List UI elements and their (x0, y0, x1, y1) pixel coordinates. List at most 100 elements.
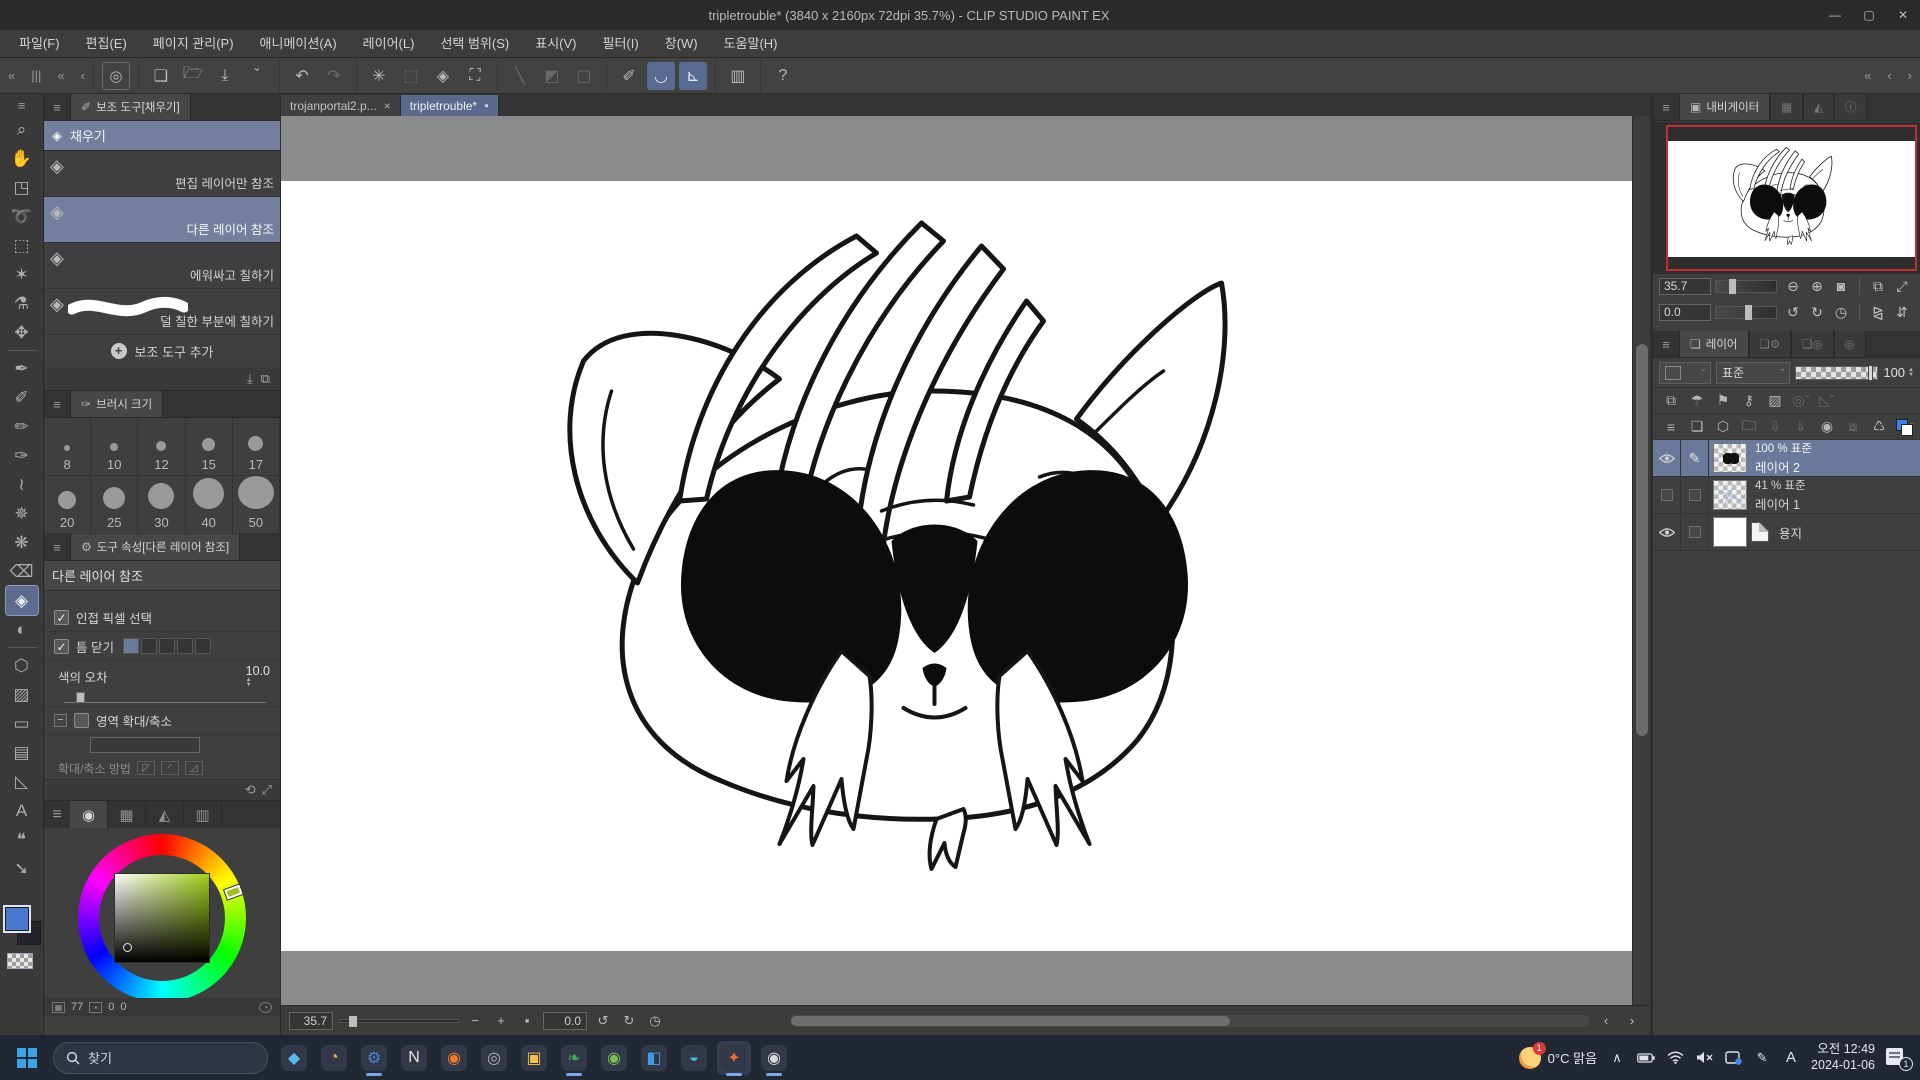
tablet-mode-button[interactable]: ▥ (724, 62, 752, 90)
nav-actual-size-button[interactable]: ⤢ (1890, 275, 1914, 297)
straight-line-toggle[interactable]: ╲ (506, 62, 534, 90)
taskbar-search-box[interactable]: 찾기 (53, 1042, 268, 1074)
tool-ruler[interactable]: ◺ (6, 767, 38, 796)
dock-collapse-control-right[interactable]: « (1856, 68, 1879, 83)
layer-list-menu-button[interactable]: ≡ (1659, 416, 1683, 438)
transparent-color-chip[interactable] (7, 953, 33, 969)
close-button[interactable]: ✕ (1886, 0, 1920, 30)
app-chrome[interactable]: ◉ (597, 1041, 631, 1075)
brush-size-cell[interactable]: 15 (186, 418, 233, 476)
adjacent-pixels-option[interactable]: 인접 픽셀 선택 (44, 603, 280, 632)
app-edge[interactable]: ◒ (677, 1041, 711, 1075)
tool-balloon[interactable]: ❝ (6, 825, 38, 854)
tool-hand[interactable]: ✋ (6, 144, 38, 173)
layer-lock-icon[interactable]: ⧉ (1659, 390, 1683, 412)
tab-sub-view[interactable]: ▦ (1770, 94, 1803, 120)
redo-button[interactable]: ↷ (320, 62, 348, 90)
scale-rotate-button[interactable]: ⛶ (461, 62, 489, 90)
brush-size-cell[interactable]: 10 (91, 418, 138, 476)
layer-row[interactable]: ✎ 100 % 표준 레이어 2 (1653, 440, 1920, 477)
brush-size-tab[interactable]: ✑ 브러시 크기 (70, 391, 163, 417)
layer-thumbnail[interactable] (1713, 517, 1747, 547)
menu-item[interactable]: 파일(F) (6, 30, 73, 58)
app-plant[interactable]: ❧ (557, 1041, 591, 1075)
brush-size-cell[interactable]: 40 (186, 476, 233, 534)
layer-visibility-eye-icon[interactable] (1659, 453, 1675, 464)
tool-move[interactable]: ✥ (6, 318, 38, 347)
app-notion[interactable]: N (397, 1041, 431, 1075)
tab-layer-property[interactable]: ❏⚙ (1749, 331, 1792, 357)
layer-lock-icon[interactable]: ⚷ (1737, 390, 1761, 412)
rotation-value-field[interactable]: 0.0 (543, 1012, 587, 1030)
brush-size-cell[interactable]: 50 (233, 476, 280, 534)
document-tab[interactable]: trojanportal2.p... × (281, 95, 401, 116)
nav-flip-horizontal-button[interactable]: ⧎ (1866, 301, 1890, 323)
layer-pick-empty[interactable] (1689, 526, 1701, 538)
clip-studio-logo-button[interactable]: ◎ (102, 62, 130, 90)
new-vector-layer-button[interactable]: ⬡ (1711, 416, 1735, 438)
sub-tool-tab[interactable]: ✐ 보조 도구[채우기] (70, 94, 191, 120)
rotate-right-button[interactable]: ↻ (619, 1011, 639, 1031)
maximize-button[interactable]: ▢ (1852, 0, 1886, 30)
new-raster-layer-button[interactable]: ❏ (1685, 416, 1709, 438)
nav-fit-window-button[interactable]: ⧉ (1866, 275, 1890, 297)
nav-fit-to-screen-button[interactable]: ◙ (1829, 275, 1853, 297)
deselect-button[interactable]: ✳ (365, 62, 393, 90)
new-file-button[interactable]: ❏ (147, 62, 175, 90)
tool-property-tab[interactable]: ⚙ 도구 속성[다른 레이어 참조] (70, 534, 240, 560)
nav-zoom-in-button[interactable]: ⊕ (1805, 275, 1829, 297)
nav-rotate-left-button[interactable]: ↺ (1781, 301, 1805, 323)
brush-size-cell[interactable]: 8 (44, 418, 91, 476)
reselect-button[interactable]: ⬚ (397, 62, 425, 90)
layer-panel-menu-icon[interactable]: ≡ (1653, 331, 1679, 357)
battery-icon[interactable] (1637, 1049, 1655, 1067)
tab-information[interactable]: ⓘ (1834, 94, 1868, 120)
menu-item[interactable]: 레이어(L) (350, 30, 428, 58)
sub-tool-item[interactable]: ◈ 에워싸고 칠하기 (44, 243, 280, 289)
brush-size-cell[interactable]: 30 (138, 476, 185, 534)
checkbox-checked[interactable] (54, 639, 69, 654)
dock-collapse-control[interactable]: « (0, 68, 23, 83)
tool-fill[interactable]: ◈ (6, 586, 38, 615)
notification-center-button[interactable]: 1 (1886, 1048, 1910, 1068)
app-paint-active[interactable]: ✦ (717, 1041, 751, 1075)
dock-collapse-control-right[interactable]: ‹ (1879, 68, 1899, 83)
color-margin-slider[interactable] (64, 689, 266, 703)
zoom-value-field[interactable]: 35.7 (289, 1012, 333, 1030)
palette-color-dropdown[interactable]: ˇ (1659, 362, 1711, 384)
menu-item[interactable]: 필터(I) (589, 30, 651, 58)
zoom-slider[interactable] (339, 1019, 459, 1023)
app-vscode[interactable]: ◧ (637, 1041, 671, 1075)
tab-color-wheel[interactable]: ◉ (70, 801, 108, 828)
dock-collapse-control[interactable]: ‹ (73, 68, 93, 83)
layer-pick-empty[interactable] (1689, 489, 1701, 501)
reset-rotation-button[interactable]: ◷ (645, 1011, 665, 1031)
app-color-palette[interactable]: ◔ (317, 1041, 351, 1075)
checkbox-checked[interactable] (54, 610, 69, 625)
fit-to-screen-button[interactable]: ▪ (517, 1011, 537, 1031)
fill-button[interactable]: ◈ (429, 62, 457, 90)
navigator-rotate-field[interactable]: 0.0 (1659, 304, 1711, 321)
sv-marker[interactable] (123, 943, 132, 952)
layer-lock-icon[interactable]: ▨ (1763, 390, 1787, 412)
navigator-thumbnail[interactable] (1653, 122, 1920, 274)
opacity-value[interactable]: 100▲▼ (1883, 365, 1914, 380)
sub-tool-item[interactable]: ◈ 편집 레이어만 참조 (44, 151, 280, 197)
duplicate-sub-tool-icon[interactable]: ⧉ (261, 371, 270, 387)
tool-nib-pen[interactable]: ✑ (6, 441, 38, 470)
ime-korean-icon[interactable]: A (1782, 1049, 1800, 1067)
vertical-scrollbar[interactable] (1632, 116, 1650, 1005)
undo-button[interactable]: ↶ (288, 62, 316, 90)
scaling-method-icon[interactable]: ◿ (185, 761, 203, 775)
snap-to-grid-toggle[interactable]: ⊾ (679, 62, 707, 90)
layer-lock-icon[interactable]: ◺ˇ (1815, 390, 1839, 412)
scaling-method-icon[interactable]: ◸ (137, 761, 155, 775)
dock-collapse-control[interactable]: ||| (23, 68, 49, 83)
brush-size-menu-icon[interactable]: ≡ (44, 391, 70, 417)
transfer-to-lower-button[interactable]: ⇩ (1763, 416, 1787, 438)
nav-reset-display-button[interactable]: ⇵ (1890, 301, 1914, 323)
tool-blend[interactable]: ◐ (6, 615, 38, 644)
tool-operate[interactable]: ◳ (6, 173, 38, 202)
menu-item[interactable]: 애니메이션(A) (247, 30, 350, 58)
reset-tool-property-icon[interactable]: ⟲ (245, 782, 256, 798)
